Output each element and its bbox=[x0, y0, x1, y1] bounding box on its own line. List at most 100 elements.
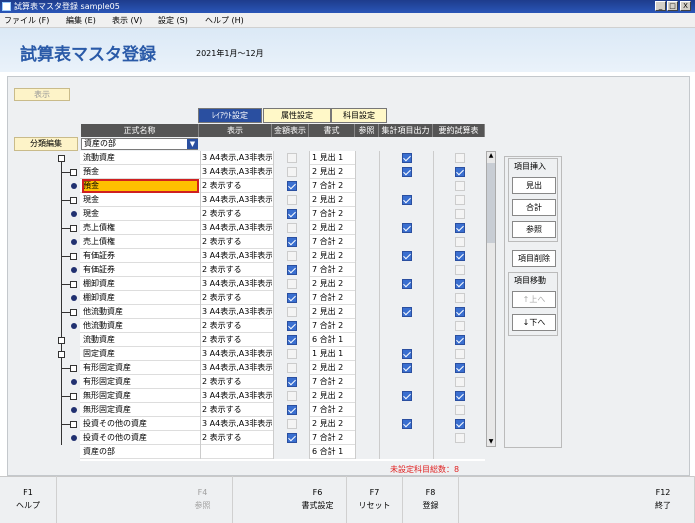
summary-checkbox[interactable] bbox=[455, 293, 465, 303]
row-format[interactable]: 2 見出 2 bbox=[309, 389, 355, 403]
row-show[interactable]: 3 A4表示,A3非表示 bbox=[200, 305, 272, 319]
row-name[interactable]: 有価証券 bbox=[82, 249, 199, 263]
row-name[interactable]: 他流動資産 bbox=[82, 319, 199, 333]
insert-heading-button[interactable]: 見出 bbox=[512, 177, 556, 194]
row-show[interactable] bbox=[200, 445, 272, 459]
insert-total-button[interactable]: 合計 bbox=[512, 199, 556, 216]
row-name[interactable]: 現金 bbox=[82, 193, 199, 207]
aggregate-checkbox[interactable] bbox=[402, 419, 412, 429]
row-show[interactable]: 2 表示する bbox=[200, 319, 272, 333]
fkey-f1-button[interactable]: F1 ヘルプ bbox=[0, 476, 57, 523]
aggregate-checkbox[interactable] bbox=[402, 167, 412, 177]
amount-checkbox[interactable] bbox=[287, 307, 297, 317]
row-format[interactable]: 1 見出 1 bbox=[309, 347, 355, 361]
row-name[interactable]: 現金 bbox=[82, 207, 199, 221]
tab-subjects[interactable]: 科目設定 bbox=[331, 108, 387, 123]
row-show[interactable]: 3 A4表示,A3非表示 bbox=[200, 151, 272, 165]
chevron-down-icon[interactable]: ▼ bbox=[187, 139, 198, 149]
row-show[interactable]: 3 A4表示,A3非表示 bbox=[200, 417, 272, 431]
row-show[interactable]: 2 表示する bbox=[200, 179, 272, 193]
row-show[interactable]: 3 A4表示,A3非表示 bbox=[200, 249, 272, 263]
row-name[interactable]: 有価証券 bbox=[82, 263, 199, 277]
summary-checkbox[interactable] bbox=[455, 307, 465, 317]
summary-checkbox[interactable] bbox=[455, 153, 465, 163]
classify-edit-button[interactable]: 分類編集 bbox=[14, 137, 78, 151]
row-show[interactable]: 3 A4表示,A3非表示 bbox=[200, 347, 272, 361]
aggregate-checkbox[interactable] bbox=[402, 279, 412, 289]
row-show[interactable]: 3 A4表示,A3非表示 bbox=[200, 221, 272, 235]
fkey-f7-button[interactable]: F7 リセット bbox=[347, 476, 403, 523]
row-show[interactable]: 2 表示する bbox=[200, 263, 272, 277]
amount-checkbox[interactable] bbox=[287, 195, 297, 205]
row-name[interactable]: 売上債権 bbox=[82, 221, 199, 235]
close-button[interactable]: X bbox=[680, 1, 691, 11]
row-name[interactable]: 有形固定資産 bbox=[82, 361, 199, 375]
row-format[interactable]: 2 見出 2 bbox=[309, 249, 355, 263]
row-name[interactable]: 固定資産 bbox=[82, 347, 199, 361]
summary-checkbox[interactable] bbox=[455, 167, 465, 177]
amount-checkbox[interactable] bbox=[287, 419, 297, 429]
amount-checkbox[interactable] bbox=[287, 349, 297, 359]
amount-checkbox[interactable] bbox=[287, 167, 297, 177]
summary-checkbox[interactable] bbox=[455, 391, 465, 401]
row-show[interactable]: 2 表示する bbox=[200, 403, 272, 417]
row-name[interactable]: 有形固定資産 bbox=[82, 375, 199, 389]
row-show[interactable]: 2 表示する bbox=[200, 207, 272, 221]
fkey-f12-button[interactable]: F12 終了 bbox=[632, 476, 695, 523]
row-format[interactable]: 2 見出 2 bbox=[309, 277, 355, 291]
name-filter-select[interactable]: 資産の部 bbox=[81, 138, 198, 150]
amount-checkbox[interactable] bbox=[287, 405, 297, 415]
summary-checkbox[interactable] bbox=[455, 223, 465, 233]
row-show[interactable]: 3 A4表示,A3非表示 bbox=[200, 277, 272, 291]
row-format[interactable]: 7 合計 2 bbox=[309, 235, 355, 249]
row-format[interactable]: 2 見出 2 bbox=[309, 221, 355, 235]
row-format[interactable]: 2 見出 2 bbox=[309, 193, 355, 207]
row-show[interactable]: 2 表示する bbox=[200, 375, 272, 389]
row-name[interactable]: 無形固定資産 bbox=[82, 403, 199, 417]
summary-checkbox[interactable] bbox=[455, 419, 465, 429]
row-show[interactable]: 2 表示する bbox=[200, 235, 272, 249]
row-format[interactable]: 6 合計 1 bbox=[309, 333, 355, 347]
summary-checkbox[interactable] bbox=[455, 377, 465, 387]
fkey-f6-button[interactable]: F6 書式設定 bbox=[289, 476, 347, 523]
row-format[interactable]: 6 合計 1 bbox=[309, 445, 355, 459]
row-format[interactable]: 2 見出 2 bbox=[309, 361, 355, 375]
aggregate-checkbox[interactable] bbox=[402, 363, 412, 373]
aggregate-checkbox[interactable] bbox=[402, 391, 412, 401]
summary-checkbox[interactable] bbox=[455, 349, 465, 359]
summary-checkbox[interactable] bbox=[455, 433, 465, 443]
menu-view[interactable]: 表示 (V) bbox=[112, 15, 142, 26]
amount-checkbox[interactable] bbox=[287, 391, 297, 401]
row-name[interactable]: 流動資産 bbox=[82, 333, 199, 347]
row-format[interactable]: 7 合計 2 bbox=[309, 375, 355, 389]
row-show[interactable]: 3 A4表示,A3非表示 bbox=[200, 193, 272, 207]
aggregate-checkbox[interactable] bbox=[402, 251, 412, 261]
amount-checkbox[interactable] bbox=[287, 223, 297, 233]
minimize-button[interactable]: _ bbox=[655, 1, 666, 11]
summary-checkbox[interactable] bbox=[455, 335, 465, 345]
row-name[interactable]: 他流動資産 bbox=[82, 305, 199, 319]
amount-checkbox[interactable] bbox=[287, 153, 297, 163]
summary-checkbox[interactable] bbox=[455, 195, 465, 205]
amount-checkbox[interactable] bbox=[287, 251, 297, 261]
row-name[interactable]: 預金 bbox=[82, 165, 199, 179]
summary-checkbox[interactable] bbox=[455, 405, 465, 415]
summary-checkbox[interactable] bbox=[455, 209, 465, 219]
move-down-button[interactable]: ↓下へ bbox=[512, 314, 556, 331]
row-show[interactable]: 3 A4表示,A3非表示 bbox=[200, 165, 272, 179]
move-up-button[interactable]: ↑上へ bbox=[512, 291, 556, 308]
menu-file[interactable]: ファイル (F) bbox=[4, 15, 49, 26]
amount-checkbox[interactable] bbox=[287, 209, 297, 219]
aggregate-checkbox[interactable] bbox=[402, 153, 412, 163]
row-name[interactable]: 資産の部 bbox=[82, 445, 199, 459]
row-name[interactable]: 棚卸資産 bbox=[82, 291, 199, 305]
amount-checkbox[interactable] bbox=[287, 433, 297, 443]
insert-ref-button[interactable]: 参照 bbox=[512, 221, 556, 238]
row-format[interactable]: 7 合計 2 bbox=[309, 291, 355, 305]
amount-checkbox[interactable] bbox=[287, 279, 297, 289]
amount-checkbox[interactable] bbox=[287, 363, 297, 373]
summary-checkbox[interactable] bbox=[455, 251, 465, 261]
row-show[interactable]: 2 表示する bbox=[200, 333, 272, 347]
tab-layout[interactable]: ﾚｲｱｳﾄ設定 bbox=[198, 108, 262, 123]
summary-checkbox[interactable] bbox=[455, 265, 465, 275]
